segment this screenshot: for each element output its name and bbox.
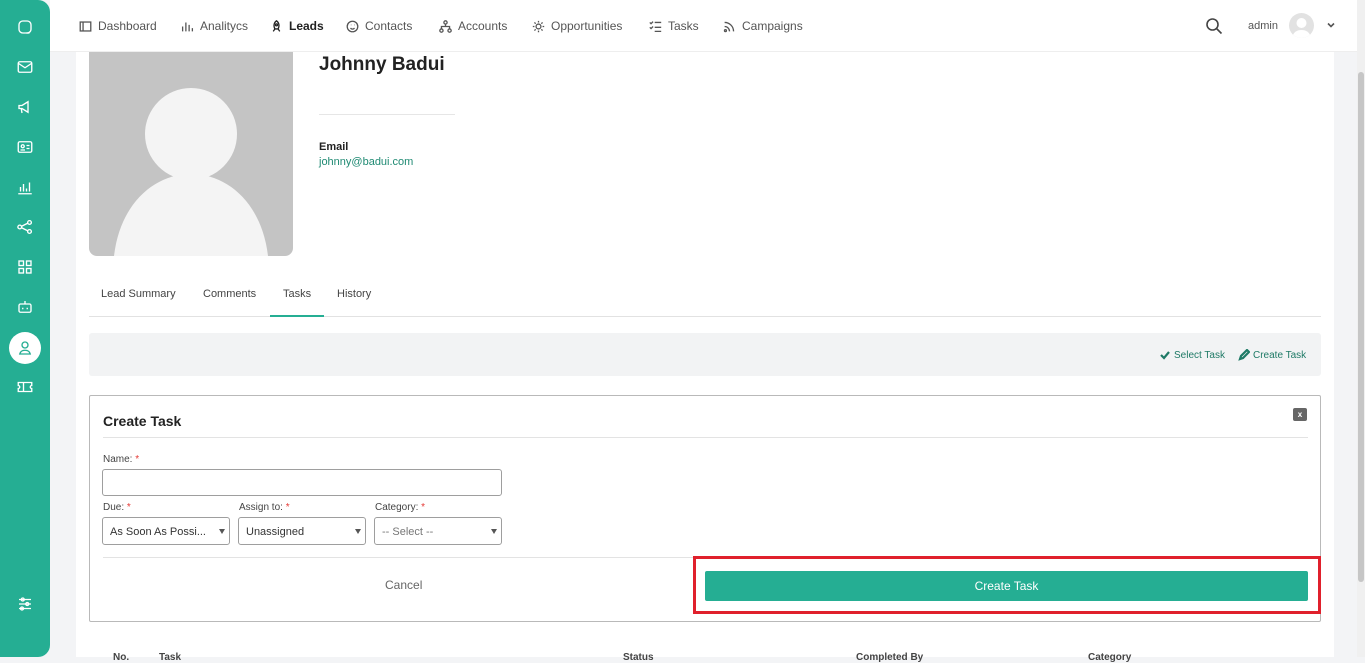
nav-item-analitycs[interactable]: Analitycs [181,18,248,34]
nav-item-label: Campaigns [742,19,803,33]
nav-item-accounts[interactable]: Accounts [439,18,507,34]
search-icon[interactable] [1205,17,1223,35]
dropdown-arrow-icon [491,529,497,534]
category-value: -- Select -- [382,526,434,538]
lead-detail-panel: Johnny Badui Email johnny@badui.com Lead… [76,52,1334,663]
share-icon[interactable] [12,214,38,240]
email-label: Email [319,141,349,153]
chat-icon[interactable] [12,14,38,40]
sun-icon [532,20,545,32]
create-task-form: Create Task x Name: * Due: * As Soon As … [89,395,1321,622]
dropdown-arrow-icon [219,529,225,534]
ticket-icon[interactable] [12,374,38,400]
mail-icon[interactable] [12,54,38,80]
tab-lead-summary[interactable]: Lead Summary [101,288,176,300]
nav-item-label: Opportunities [551,19,623,33]
tab-comments[interactable]: Comments [203,288,256,300]
table-header-no: No. [113,652,130,663]
create-task-button[interactable]: Create Task [705,571,1308,601]
scrollbar-thumb[interactable] [1358,72,1364,582]
nav-item-tasks[interactable]: Tasks [649,18,699,34]
nav-item-label: Dashboard [98,19,157,33]
assign-value: Unassigned [246,526,305,538]
avatar[interactable] [1289,13,1314,38]
table-header-task: Task [159,652,182,663]
select-task-link[interactable]: Select Task [1159,349,1225,361]
nav-item-contacts[interactable]: Contacts [346,18,412,34]
nav-item-label: Tasks [668,19,699,33]
name-label: Name: * [103,454,140,465]
scrollbar[interactable] [1357,0,1365,657]
pencil-icon [1238,349,1250,361]
tab-history[interactable]: History [337,288,371,300]
tab-tasks[interactable]: Tasks [283,288,311,300]
dashboard-icon [79,20,92,32]
lead-name: Johnny Badui [319,54,445,75]
assign-label: Assign to: * [239,502,290,513]
table-header-status: Status [623,652,654,663]
megaphone-icon[interactable] [12,94,38,120]
table-header-completed-by: Completed By [856,652,924,663]
user-icon[interactable] [9,332,41,364]
checklist-icon [649,20,662,32]
grid-icon[interactable] [12,254,38,280]
nav-item-leads[interactable]: Leads [270,18,324,34]
divider [103,437,1308,438]
rss-icon [723,21,735,32]
select-task-label: Select Task [1174,349,1225,361]
smiley-icon [346,20,359,32]
name-field[interactable] [102,469,502,496]
create-task-link[interactable]: Create Task [1238,349,1306,361]
chevron-down-icon[interactable] [1325,19,1337,31]
check-icon [1160,351,1170,360]
category-label: Category: * [375,502,426,513]
active-tab-indicator [270,315,324,317]
user-name[interactable]: admin [1248,20,1278,32]
top-navbar: Dashboard Analitycs Leads Contacts Accou… [50,0,1359,52]
tab-bar: Lead Summary Comments Tasks History [89,277,1321,317]
cancel-button[interactable]: Cancel [385,578,422,592]
form-title: Create Task [103,413,182,429]
nav-item-label: Contacts [365,19,413,33]
dropdown-arrow-icon [355,529,361,534]
nav-item-label: Leads [289,19,324,33]
lead-photo-placeholder [89,52,293,256]
nav-item-dashboard[interactable]: Dashboard [79,18,157,34]
nav-item-label: Accounts [458,19,508,33]
nav-item-label: Analitycs [200,19,249,33]
close-button[interactable]: x [1293,408,1307,421]
due-select[interactable]: As Soon As Possi... [102,517,230,545]
nav-item-campaigns[interactable]: Campaigns [723,18,803,34]
due-label: Due: * [103,502,131,513]
robot-icon[interactable] [12,294,38,320]
settings-sliders-icon[interactable] [12,591,38,617]
email-link[interactable]: johnny@badui.com [319,156,413,168]
contact-card-icon[interactable] [12,134,38,160]
sidebar [0,0,50,657]
divider [319,114,455,115]
table-header-category: Category [1088,652,1132,663]
task-actions-bar: Select Task Create Task [89,333,1321,376]
nav-item-opportunities[interactable]: Opportunities [532,18,622,34]
rocket-icon [272,19,281,32]
create-task-label: Create Task [1253,349,1307,361]
due-value: As Soon As Possi... [110,526,206,538]
analytics-icon[interactable] [12,174,38,200]
hierarchy-icon [439,19,452,33]
bar-chart-icon [181,21,194,31]
category-select[interactable]: -- Select -- [374,517,502,545]
assign-select[interactable]: Unassigned [238,517,366,545]
